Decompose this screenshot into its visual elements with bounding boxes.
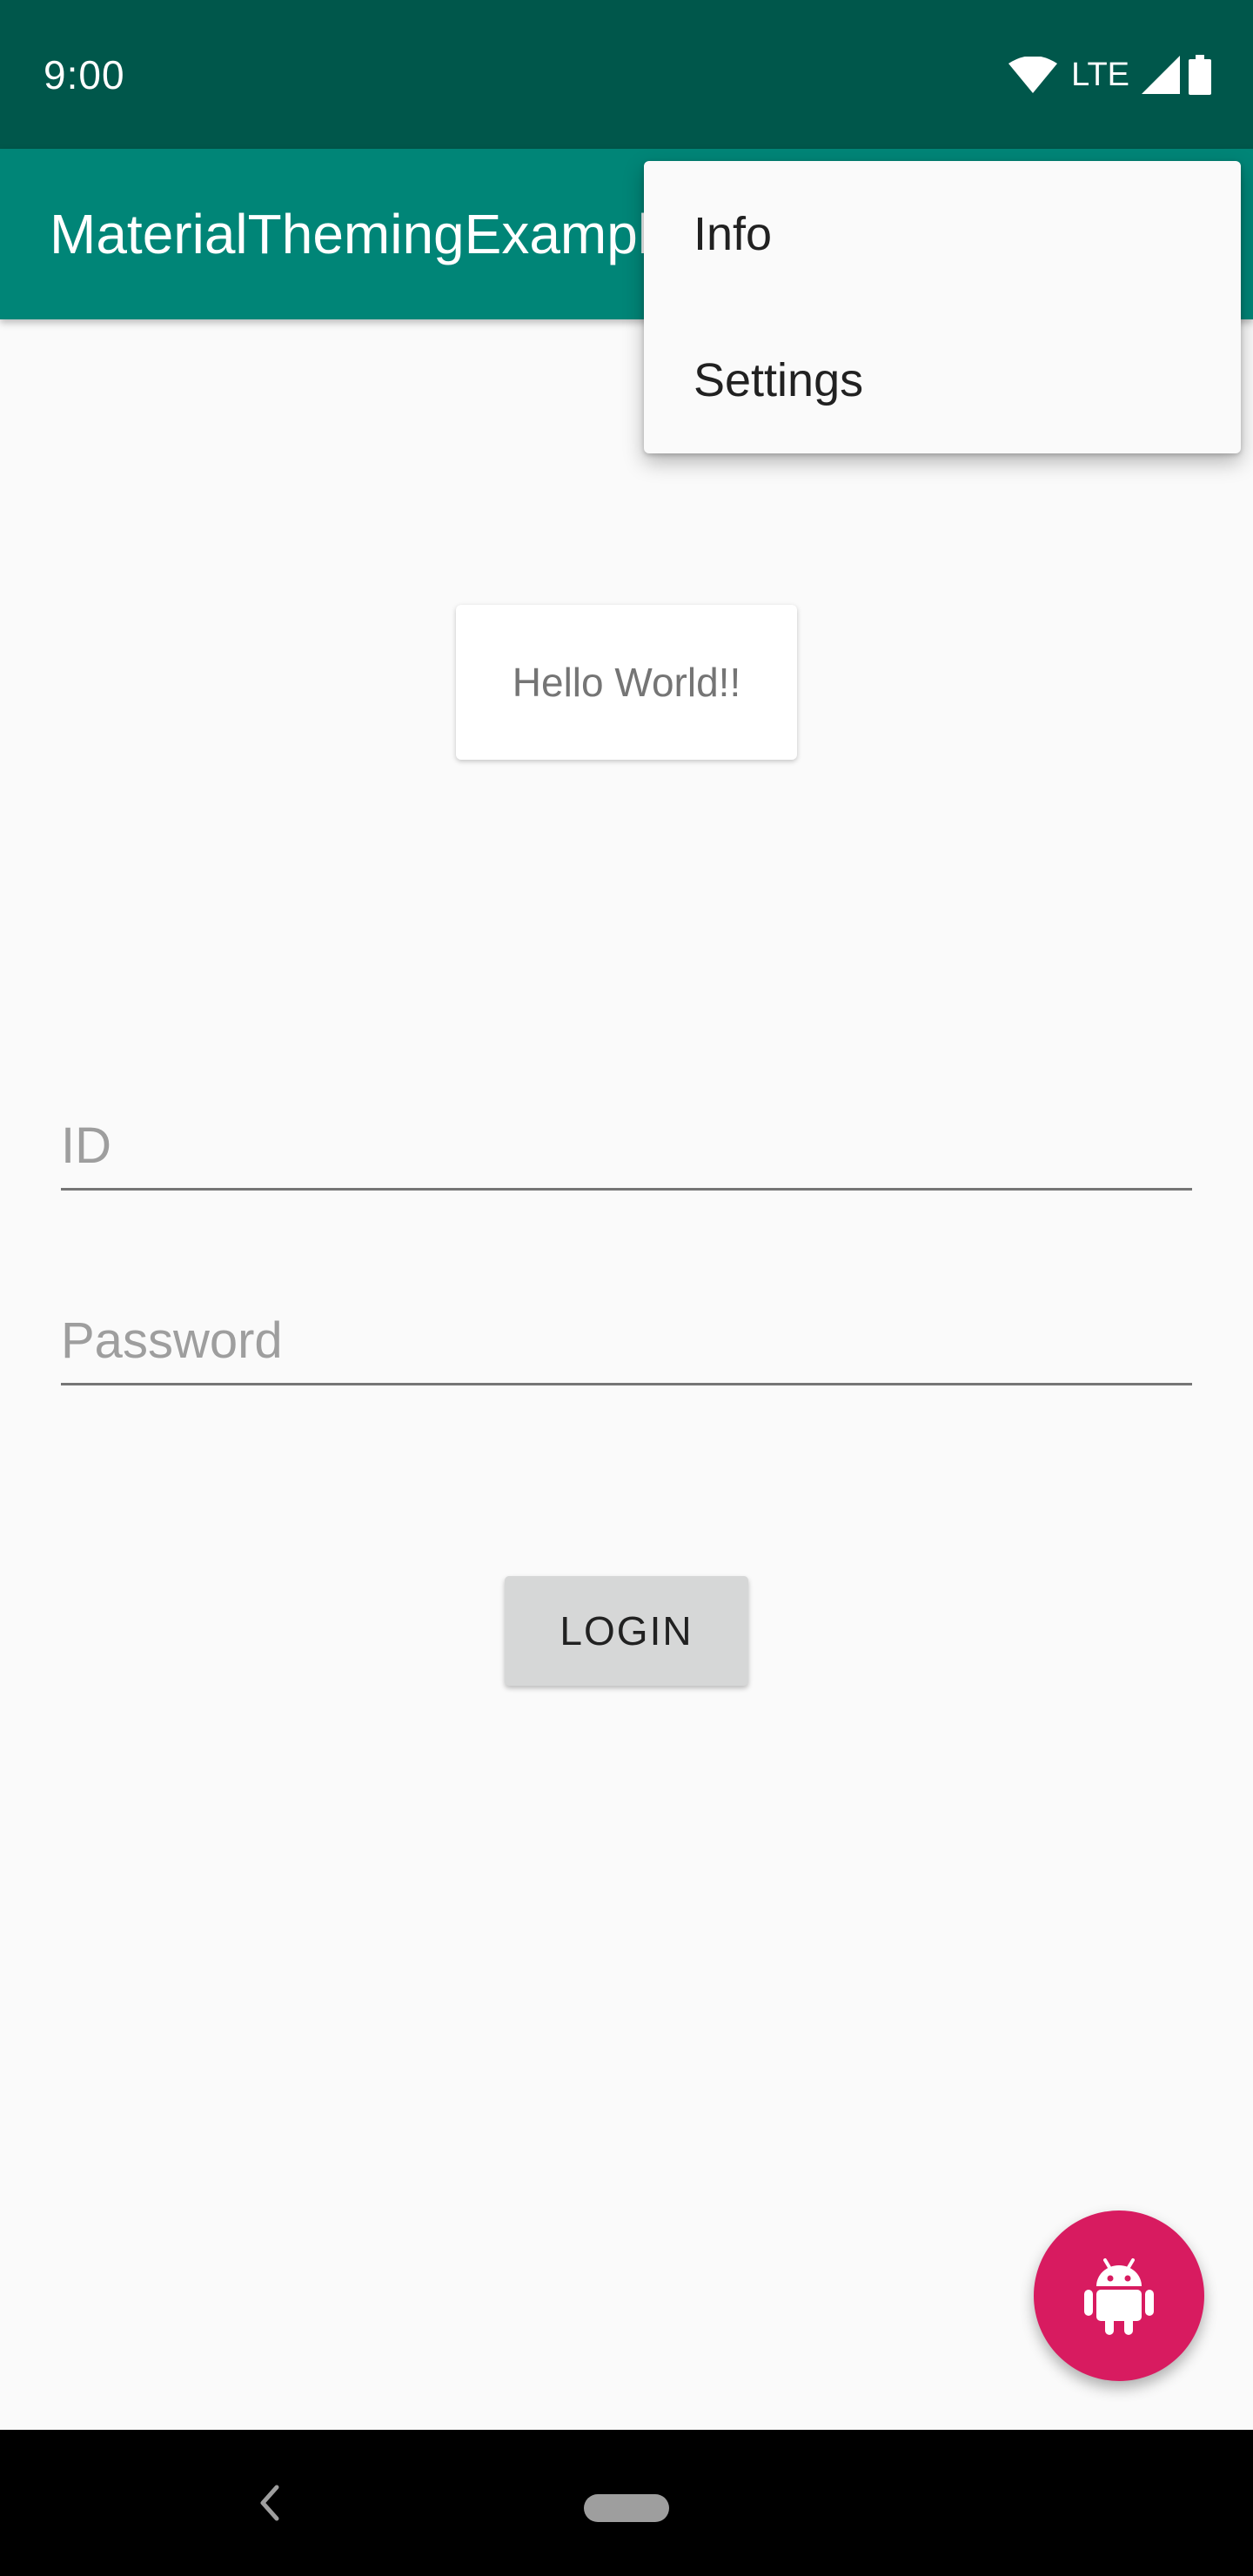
menu-item-settings[interactable]: Settings xyxy=(644,307,1241,453)
battery-icon xyxy=(1189,55,1211,95)
hello-card: Hello World!! xyxy=(456,605,797,760)
navigation-bar xyxy=(0,2430,1253,2576)
status-bar: 9:00 LTE xyxy=(0,0,1253,149)
status-icons: LTE xyxy=(1008,52,1211,97)
wifi-icon xyxy=(1008,57,1058,93)
menu-item-info[interactable]: Info xyxy=(644,161,1241,307)
status-time: 9:00 xyxy=(44,52,125,97)
id-input[interactable] xyxy=(61,1104,1192,1191)
cell-signal-icon xyxy=(1142,56,1180,94)
password-input[interactable] xyxy=(61,1298,1192,1385)
overflow-menu: Info Settings xyxy=(644,161,1241,453)
login-button[interactable]: LOGIN xyxy=(505,1576,748,1686)
network-type-label: LTE xyxy=(1071,57,1129,93)
back-icon[interactable] xyxy=(252,2475,287,2531)
app-title: MaterialThemingExample xyxy=(50,203,681,265)
android-icon xyxy=(1084,2258,1154,2335)
home-pill-icon[interactable] xyxy=(584,2494,669,2522)
fab-button[interactable] xyxy=(1034,2210,1204,2381)
